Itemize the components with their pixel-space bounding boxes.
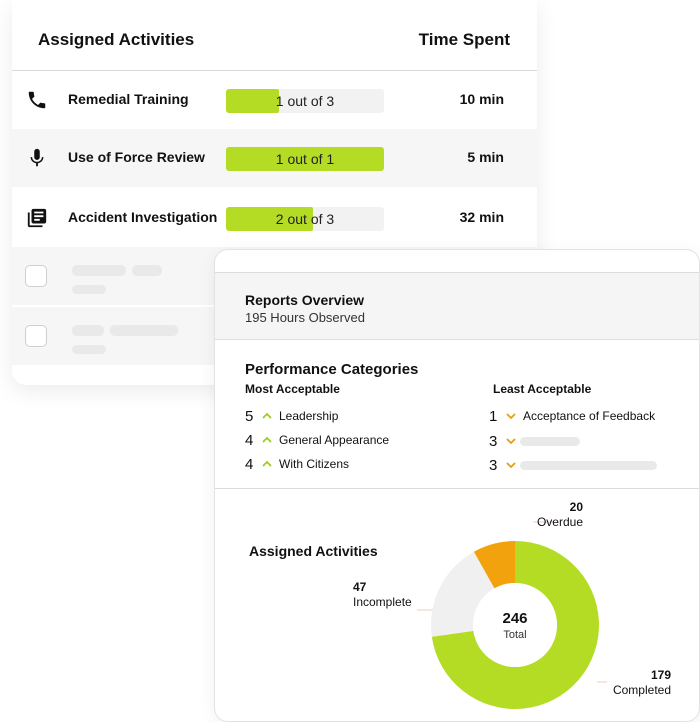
category-label: With Citizens <box>279 457 350 471</box>
row-checkbox[interactable] <box>25 325 47 347</box>
divider <box>215 488 699 489</box>
completed-label: 179 Completed <box>605 668 671 698</box>
overdue-label: 20 Overdue <box>533 500 583 530</box>
reports-overview-card: Reports Overview 195 Hours Observed Perf… <box>214 249 700 722</box>
table-row[interactable]: Accident Investigation 2 out of 3 32 min <box>12 189 537 247</box>
segment-value: 47 <box>353 580 367 594</box>
performance-title: Performance Categories <box>245 361 419 378</box>
activity-name: Remedial Training <box>68 91 189 107</box>
progress-bar: 1 out of 1 <box>226 147 384 171</box>
segment-value: 20 <box>569 500 583 514</box>
reports-title: Reports Overview <box>245 292 365 308</box>
category-item: 4 General Appearance <box>245 432 445 450</box>
category-item: 1 Acceptance of Feedback <box>489 408 689 426</box>
table-header: Assigned Activities Time Spent <box>12 0 537 71</box>
skeleton-line <box>132 265 162 276</box>
category-label: Leadership <box>279 409 339 423</box>
chevron-down-icon <box>506 462 516 469</box>
skeleton-line <box>520 437 580 446</box>
table-row[interactable]: Use of Force Review 1 out of 1 5 min <box>12 129 537 187</box>
library-books-icon <box>27 208 47 228</box>
category-label: General Appearance <box>279 433 390 447</box>
progress-bar: 2 out of 3 <box>226 207 384 231</box>
table-row[interactable]: Remedial Training 1 out of 3 10 min <box>12 71 537 129</box>
row-checkbox[interactable] <box>25 265 47 287</box>
skeleton-line <box>72 265 126 276</box>
chevron-up-icon <box>262 460 272 467</box>
category-item: 3 <box>489 457 689 475</box>
segment-label: Overdue <box>536 515 583 529</box>
category-item: 3 <box>489 433 689 451</box>
segment-value: 179 <box>650 668 671 682</box>
chevron-up-icon <box>262 412 272 419</box>
activity-name: Use of Force Review <box>68 149 205 165</box>
time-spent-header: Time Spent <box>418 30 510 49</box>
category-item: 5 Leadership <box>245 408 445 426</box>
chevron-down-icon <box>506 413 516 420</box>
chevron-up-icon <box>262 436 272 443</box>
skeleton-line <box>110 325 178 336</box>
category-item: 4 With Citizens <box>245 456 445 474</box>
category-count: 3 <box>489 433 498 450</box>
category-count: 3 <box>489 457 498 474</box>
time-spent: 32 min <box>459 209 504 225</box>
incomplete-label: 47 Incomplete <box>335 580 433 610</box>
donut-chart: 246 Total <box>431 541 599 709</box>
category-label: Acceptance of Feedback <box>523 409 656 423</box>
microphone-icon <box>30 148 44 167</box>
time-spent: 5 min <box>467 149 504 165</box>
progress-text: 1 out of 1 <box>275 151 335 167</box>
segment-label: Incomplete <box>353 595 412 609</box>
assigned-activities-title: Assigned Activities <box>249 543 378 559</box>
segment-label: Completed <box>612 683 671 697</box>
time-spent: 10 min <box>459 91 504 107</box>
progress-bar: 1 out of 3 <box>226 89 384 113</box>
category-count: 1 <box>489 408 498 425</box>
skeleton-line <box>520 461 657 470</box>
skeleton-line <box>72 285 106 294</box>
donut-total-label: Total <box>503 629 526 641</box>
skeleton-line <box>72 345 106 354</box>
reports-header: Reports Overview 195 Hours Observed <box>215 272 699 340</box>
category-count: 4 <box>245 432 254 449</box>
progress-text: 1 out of 3 <box>275 93 335 109</box>
skeleton-line <box>72 325 104 336</box>
category-count: 5 <box>245 408 254 425</box>
table-title: Assigned Activities <box>38 30 195 49</box>
progress-text: 2 out of 3 <box>275 211 335 227</box>
most-acceptable-header: Most Acceptable <box>245 382 340 396</box>
category-count: 4 <box>245 456 254 473</box>
least-acceptable-header: Least Acceptable <box>493 382 592 396</box>
donut-total: 246 <box>502 610 527 627</box>
activity-name: Accident Investigation <box>68 209 218 225</box>
phone-icon <box>28 91 46 109</box>
chevron-down-icon <box>506 438 516 445</box>
hours-observed: 195 Hours Observed <box>245 310 365 325</box>
